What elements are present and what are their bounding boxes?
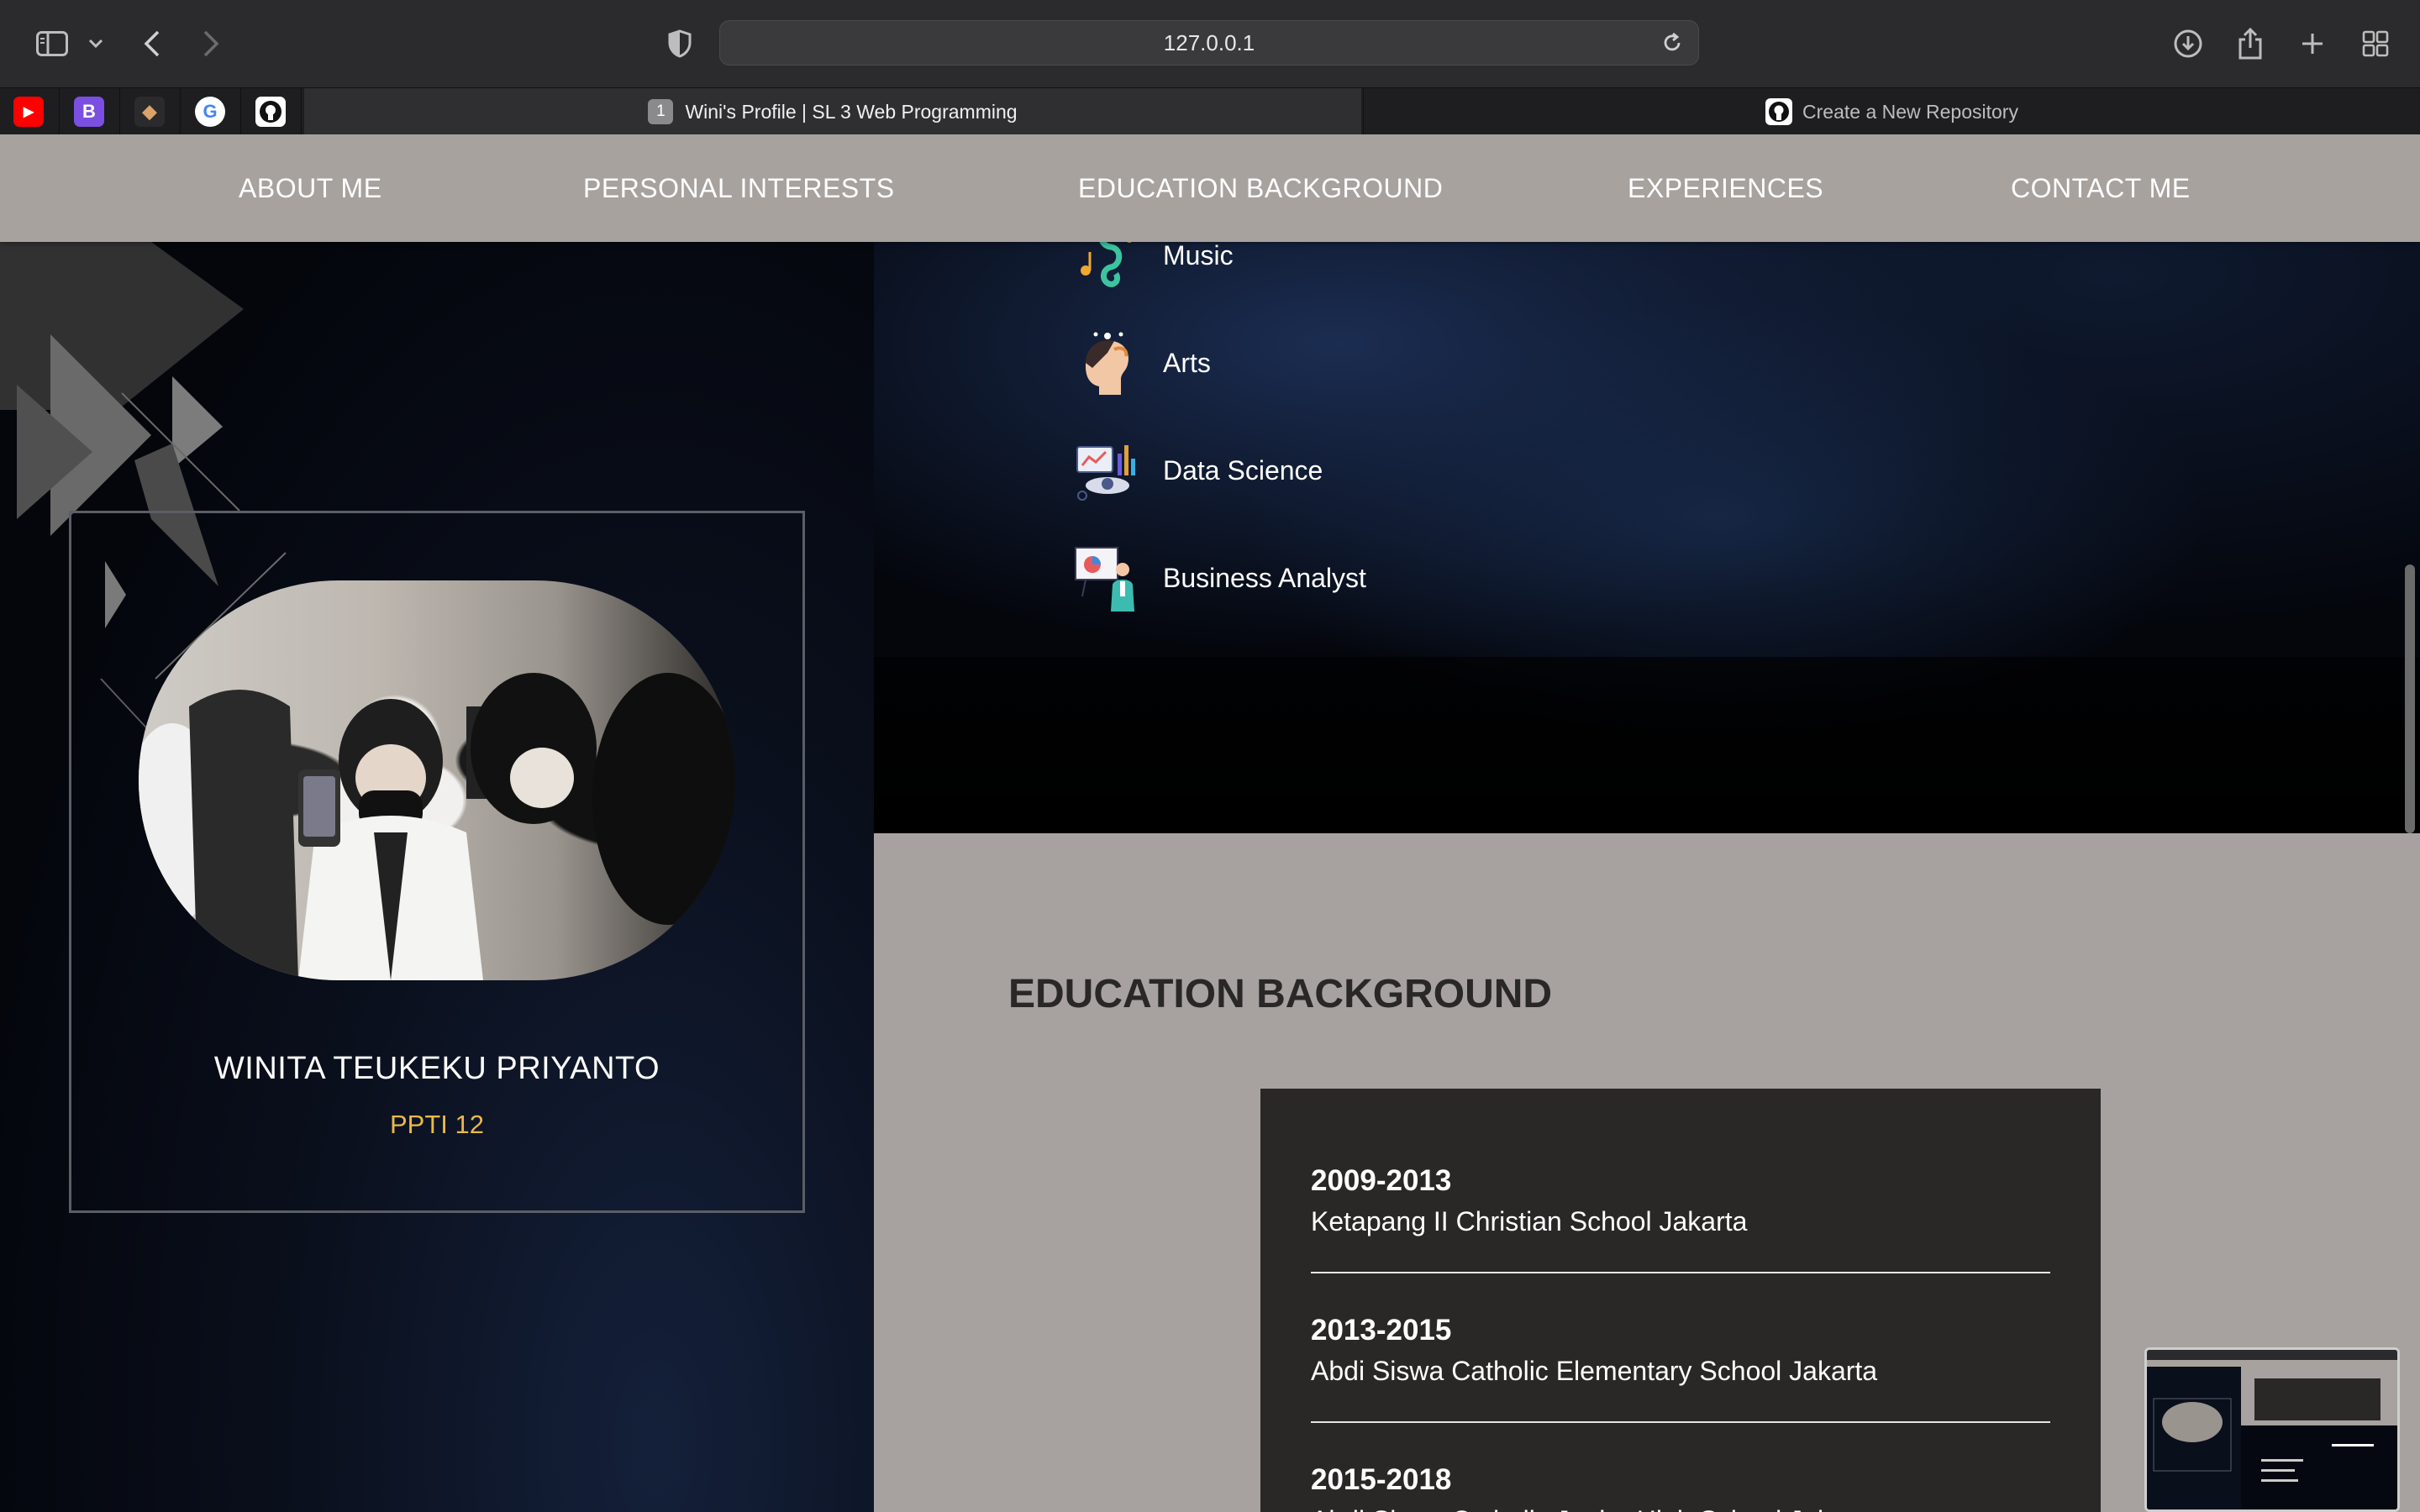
youtube-favicon-icon[interactable]: ▶ (13, 97, 44, 127)
sidebar-toggle-icon[interactable] (34, 27, 71, 60)
data-science-icon (1074, 437, 1141, 504)
divider (1311, 1272, 2050, 1273)
bootstrap-favicon-icon[interactable]: B (74, 97, 104, 127)
profile-photo (139, 580, 735, 980)
education-school: Abdi Siswa Catholic Elementary School Ja… (1311, 1356, 1878, 1386)
divider (180, 88, 181, 135)
page-scrollbar[interactable] (2405, 564, 2415, 833)
interest-item-data-science: Data Science (1074, 435, 1323, 506)
github-icon (1765, 98, 1793, 125)
profile-card: WINITA TEUKEKU PRIYANTO PPTI 12 (69, 511, 805, 1213)
divider (240, 88, 241, 135)
page-viewport: ABOUT ME PERSONAL INTERESTS EDUCATION BA… (0, 134, 2420, 1512)
nav-education-background[interactable]: EDUCATION BACKGROUND (1078, 134, 1443, 242)
chevron-down-icon[interactable] (86, 27, 106, 60)
education-years: 2009-2013 (1311, 1164, 1452, 1197)
url-text: 127.0.0.1 (1163, 29, 1255, 55)
education-school: Abdi Siswa Catholic Junior High School J… (1311, 1505, 2050, 1512)
privacy-shield-icon[interactable] (666, 27, 694, 60)
divider (301, 88, 302, 135)
interest-label: Data Science (1163, 454, 1323, 486)
nav-personal-interests[interactable]: PERSONAL INTERESTS (583, 134, 895, 242)
new-tab-icon[interactable] (2299, 27, 2326, 60)
tab-title: Wini's Profile | SL 3 Web Programming (685, 100, 1018, 123)
downloads-icon[interactable] (2171, 27, 2205, 60)
education-years: 2015-2018 (1311, 1463, 1452, 1496)
address-bar[interactable]: 127.0.0.1 (719, 20, 1699, 66)
divider (1311, 1421, 2050, 1423)
google-favicon-icon[interactable]: G (195, 97, 225, 127)
tab-wini-profile[interactable]: 1 Wini's Profile | SL 3 Web Programming (304, 88, 1361, 135)
extension-favicon-icon[interactable]: ◆ (134, 97, 165, 127)
main-navigation: ABOUT ME PERSONAL INTERESTS EDUCATION BA… (0, 134, 2420, 242)
divider (59, 88, 60, 135)
education-entry: 2009-2013 Ketapang II Christian School J… (1311, 1164, 2050, 1237)
forward-icon[interactable] (198, 27, 224, 60)
interest-label: Arts (1163, 347, 1211, 378)
screenshot-thumbnail-preview[interactable] (2144, 1347, 2400, 1512)
arts-icon (1074, 329, 1141, 396)
nav-experiences[interactable]: EXPERIENCES (1628, 134, 1823, 242)
education-timeline: 2009-2013 Ketapang II Christian School J… (1260, 1089, 2101, 1512)
tab-title: Create a New Repository (1802, 100, 2018, 123)
reload-icon[interactable] (1661, 32, 1683, 60)
divider (119, 88, 120, 135)
education-entry: 2013-2015 Abdi Siswa Catholic Elementary… (1311, 1314, 2050, 1387)
back-icon[interactable] (139, 27, 165, 60)
interest-item-arts: Arts (1074, 328, 1211, 398)
education-years: 2013-2015 (1311, 1314, 1452, 1347)
tab-create-repository[interactable]: Create a New Repository (1363, 88, 2420, 135)
interest-label: Business Analyst (1163, 562, 1366, 593)
profile-class: PPTI 12 (390, 1110, 484, 1139)
business-analyst-icon (1074, 544, 1141, 612)
interest-label: Music (1163, 239, 1234, 270)
education-heading: EDUCATION BACKGROUND (1008, 972, 1553, 1016)
nav-about-me[interactable]: ABOUT ME (239, 134, 382, 242)
tab-bar: ▶ B ◆ G 1 Wini's Profile | SL 3 Web Prog… (0, 87, 2420, 135)
interest-item-business-analyst: Business Analyst (1074, 543, 1366, 613)
tab-number-badge: 1 (648, 99, 674, 124)
browser-toolbar: 127.0.0.1 (0, 0, 2420, 87)
profile-name: WINITA TEUKEKU PRIYANTO (213, 1051, 660, 1086)
education-school: Ketapang II Christian School Jakarta (1311, 1206, 1748, 1236)
nav-contact-me[interactable]: CONTACT ME (2011, 134, 2191, 242)
tab-overview-icon[interactable] (2361, 27, 2390, 60)
education-entry: 2015-2018 Abdi Siswa Catholic Junior Hig… (1311, 1463, 2050, 1512)
share-icon[interactable] (2235, 27, 2265, 60)
github-favicon-icon[interactable] (255, 97, 286, 127)
